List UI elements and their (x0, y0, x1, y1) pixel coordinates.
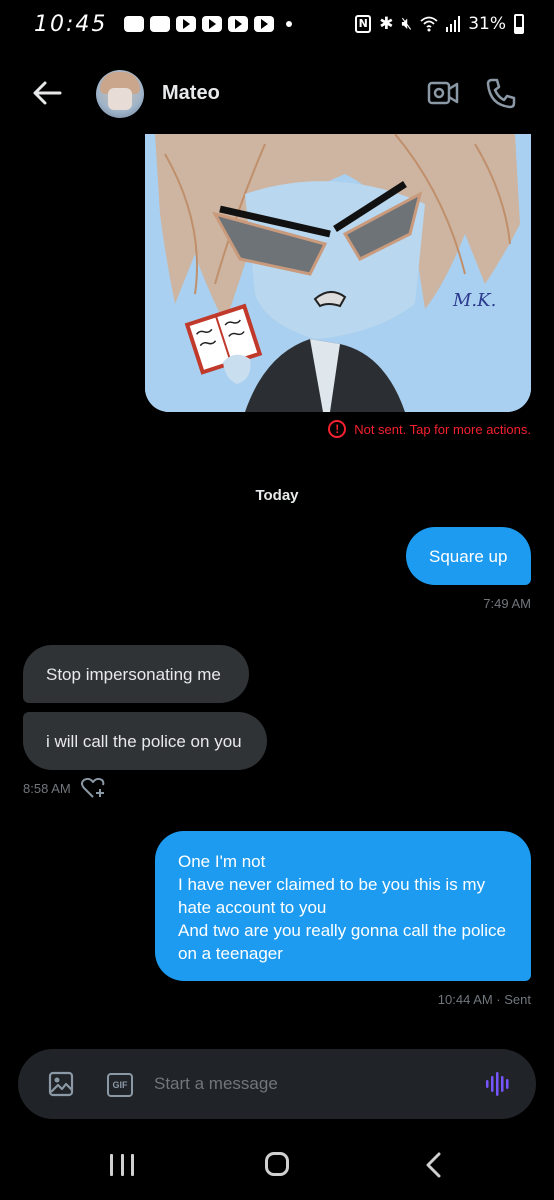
battery-icon (514, 14, 524, 34)
discord-notification-icon (150, 16, 170, 32)
received-message[interactable]: Stop impersonating me (23, 645, 249, 703)
youtube-notification-icon (176, 16, 196, 32)
phone-call-icon[interactable] (484, 76, 518, 110)
message-line: I have never claimed to be you this is m… (178, 875, 486, 894)
contact-name[interactable]: Mateo (162, 82, 220, 105)
message-timestamp: 7:49 AM (483, 596, 531, 611)
mute-icon: 🔇︎ (401, 14, 413, 34)
message-line: on a teenager (178, 944, 283, 963)
message-text: Stop impersonating me (46, 664, 221, 684)
system-back-icon[interactable] (424, 1152, 444, 1178)
system-icons: N ✱ 🔇︎ 31% (355, 14, 524, 34)
nfc-icon: N (355, 15, 372, 33)
message-text: Square up (429, 546, 508, 566)
image-message[interactable]: M.K. (145, 134, 531, 412)
received-message[interactable]: i will call the police on you (23, 712, 267, 770)
send-error-text: Not sent. Tap for more actions. (354, 421, 531, 437)
artist-signature: M.K. (453, 290, 497, 311)
youtube-notification-icon (254, 16, 274, 32)
bluetooth-icon: ✱ (379, 14, 394, 34)
signal-icon (446, 16, 461, 32)
message-line: hate account to you (178, 898, 327, 917)
battery-percent: 31% (468, 14, 506, 34)
send-error[interactable]: ! Not sent. Tap for more actions. (328, 420, 531, 438)
youtube-notification-icon (228, 16, 248, 32)
more-notifications-dot (286, 21, 292, 27)
image-attach-icon[interactable] (48, 1071, 74, 1097)
message-text: i will call the police on you (46, 731, 242, 751)
sent-message[interactable]: Square up (406, 527, 531, 585)
discord-notification-icon (124, 16, 144, 32)
youtube-notification-icon (202, 16, 222, 32)
video-call-icon[interactable] (426, 78, 460, 108)
message-timestamp: 10:44 AM · Sent (437, 992, 531, 1007)
home-button[interactable] (265, 1152, 289, 1176)
recent-apps-button[interactable] (110, 1154, 134, 1176)
status-time: 10:45 (34, 12, 108, 37)
status-bar: 10:45 N ✱ 🔇︎ 31% (0, 0, 554, 56)
gif-button[interactable]: GIF (107, 1073, 133, 1097)
message-line: One I'm not (178, 852, 266, 871)
add-reaction-icon[interactable] (80, 776, 106, 800)
avatar[interactable] (96, 70, 144, 118)
message-timestamp: 8:58 AM (23, 781, 71, 796)
back-arrow-icon[interactable] (30, 78, 64, 108)
voice-message-icon[interactable] (484, 1069, 514, 1099)
message-line: And two are you really gonna call the po… (178, 921, 506, 940)
wifi-icon (420, 16, 438, 32)
date-separator: Today (255, 487, 299, 504)
message-composer: GIF Start a message (18, 1049, 536, 1119)
sent-message[interactable]: One I'm not I have never claimed to be y… (155, 831, 531, 981)
message-input[interactable]: Start a message (154, 1074, 278, 1094)
notification-icons (124, 16, 292, 32)
system-nav-bar (0, 1130, 554, 1200)
drawing-image (145, 134, 531, 412)
error-icon: ! (328, 420, 347, 438)
conversation-header: Mateo (0, 60, 554, 130)
